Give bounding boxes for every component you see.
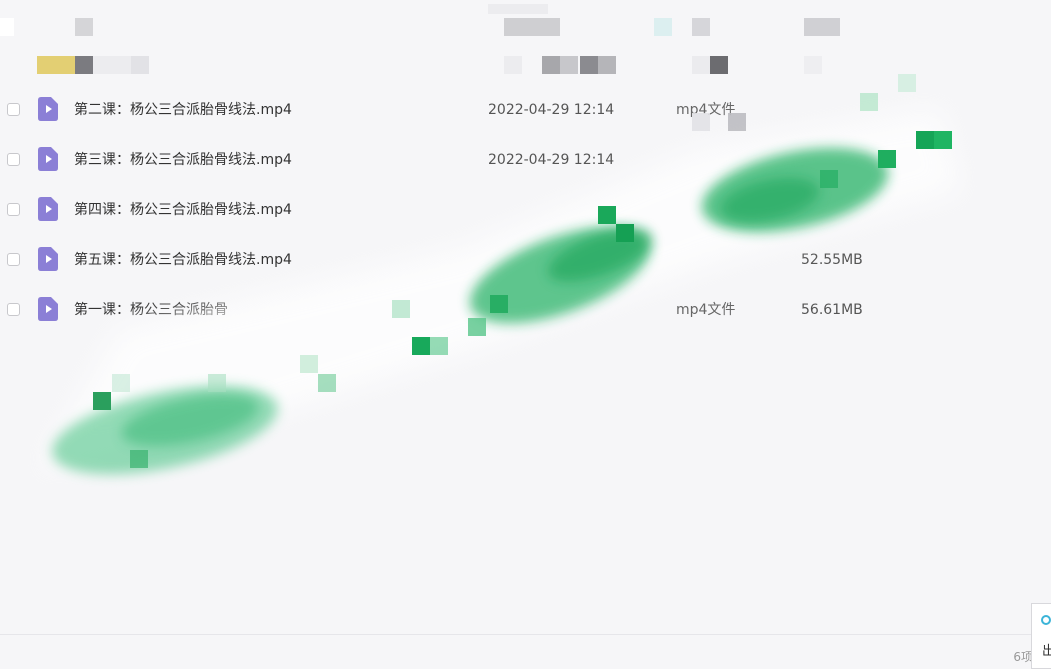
status-divider xyxy=(0,634,1051,635)
row-checkbox[interactable] xyxy=(7,303,20,316)
folder-mosaic xyxy=(37,56,75,74)
refresh-icon xyxy=(1041,615,1051,625)
row-checkbox[interactable] xyxy=(7,103,20,116)
file-name[interactable]: 第二课：杨公三合派胎骨线法.mp4 xyxy=(74,85,292,135)
row-checkbox[interactable] xyxy=(7,203,20,216)
file-size: 56.61MB xyxy=(801,302,863,318)
row-checkbox[interactable] xyxy=(7,253,20,266)
video-file-icon xyxy=(38,247,58,271)
video-file-icon xyxy=(38,97,58,121)
file-row[interactable]: 第二课：杨公三合派胎骨线法.mp4 2022-04-29 12:14 mp4文件 xyxy=(0,85,1051,135)
file-row[interactable]: 第三课：杨公三合派胎骨线法.mp4 2022-04-29 12:14 xyxy=(0,135,1051,185)
video-file-icon xyxy=(38,147,58,171)
file-date: 2022-04-29 12:14 xyxy=(488,102,615,118)
popup-label: 出 xyxy=(1042,644,1051,659)
video-file-icon xyxy=(38,197,58,221)
file-row[interactable]: 第一课：杨公三合派胎骨 mp4文件 56.61MB xyxy=(0,285,1051,335)
row-checkbox[interactable] xyxy=(7,153,20,166)
file-name[interactable]: 第三课：杨公三合派胎骨线法.mp4 xyxy=(74,135,292,185)
file-name[interactable]: 第四课：杨公三合派胎骨线法.mp4 xyxy=(74,185,292,235)
file-name[interactable]: 第五课：杨公三合派胎骨线法.mp4 xyxy=(74,235,292,285)
video-file-icon xyxy=(38,297,58,321)
file-type: mp4文件 xyxy=(676,302,736,318)
corner-popup[interactable]: 出 xyxy=(1031,603,1051,669)
file-row[interactable]: 第五课：杨公三合派胎骨线法.mp4 52.55MB xyxy=(0,235,1051,285)
file-date: 2022-04-29 12:14 xyxy=(488,152,615,168)
file-row[interactable]: 第四课：杨公三合派胎骨线法.mp4 xyxy=(0,185,1051,235)
file-type: mp4文件 xyxy=(676,102,736,118)
file-size: 52.55MB xyxy=(801,252,863,268)
file-name[interactable]: 第一课：杨公三合派胎骨 xyxy=(74,285,228,335)
